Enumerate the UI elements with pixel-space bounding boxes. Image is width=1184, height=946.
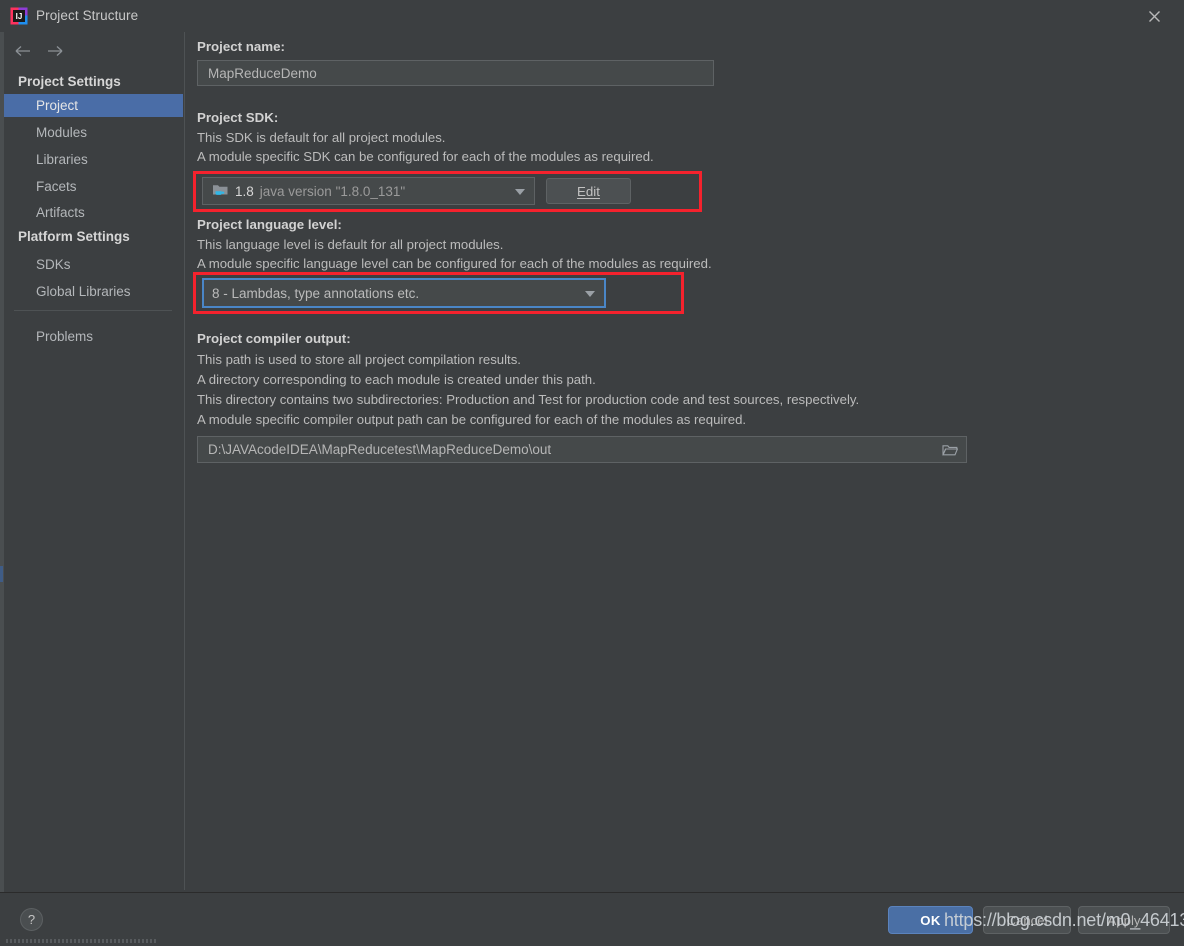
compiler-output-description-line-3: This directory contains two subdirectori… bbox=[197, 392, 860, 407]
chevron-down-icon bbox=[585, 291, 595, 297]
project-sdk-label: Project SDK: bbox=[197, 110, 279, 125]
language-level-description-line-1: This language level is default for all p… bbox=[197, 237, 504, 252]
window-edge-accent bbox=[0, 566, 3, 582]
sidebar-item-label: Artifacts bbox=[36, 205, 85, 220]
sidebar-item-label: Problems bbox=[36, 329, 94, 344]
help-icon: ? bbox=[27, 912, 36, 927]
project-name-input[interactable]: MapReduceDemo bbox=[197, 60, 714, 86]
language-level-combobox[interactable]: 8 - Lambdas, type annotations etc. bbox=[202, 278, 606, 308]
dialog-footer: ? OK Cancel Apply bbox=[0, 892, 1184, 946]
sidebar-item-label: Facets bbox=[36, 179, 77, 194]
sidebar-item-label: Global Libraries bbox=[36, 284, 131, 299]
sidebar-divider bbox=[14, 310, 172, 311]
sidebar-group-project-settings: Project Settings bbox=[18, 74, 121, 89]
arrow-right-icon[interactable] bbox=[44, 40, 66, 62]
cancel-button[interactable]: Cancel bbox=[983, 906, 1071, 934]
language-level-value: 8 - Lambdas, type annotations etc. bbox=[212, 285, 420, 301]
compiler-output-path-input[interactable]: D:\JAVAcodeIDEA\MapReducetest\MapReduceD… bbox=[197, 436, 967, 463]
compiler-output-label: Project compiler output: bbox=[197, 331, 351, 346]
sidebar-item-label: Modules bbox=[36, 125, 88, 140]
sidebar-item-libraries[interactable]: Libraries bbox=[4, 148, 183, 171]
cancel-button-label: Cancel bbox=[1006, 912, 1048, 928]
project-name-label: Project name: bbox=[197, 39, 285, 54]
sidebar-item-label: Project bbox=[36, 98, 79, 113]
sidebar-item-sdks[interactable]: SDKs bbox=[4, 253, 183, 276]
navigation-arrows bbox=[12, 40, 82, 64]
svg-text:IJ: IJ bbox=[16, 12, 23, 21]
project-sdk-version: 1.8 bbox=[235, 183, 254, 199]
compiler-output-description-line-4: A module specific compiler output path c… bbox=[197, 412, 747, 427]
sidebar-item-modules[interactable]: Modules bbox=[4, 121, 183, 144]
sidebar-item-global-libraries[interactable]: Global Libraries bbox=[4, 280, 183, 303]
project-sdk-description-line-1: This SDK is default for all project modu… bbox=[197, 130, 446, 145]
title-bar: IJ Project Structure bbox=[0, 0, 1184, 32]
edit-sdk-button[interactable]: Edit bbox=[546, 178, 631, 204]
project-name-value: MapReduceDemo bbox=[208, 65, 317, 81]
sidebar-item-artifacts[interactable]: Artifacts bbox=[4, 201, 183, 224]
settings-sidebar: Project Settings Project Modules Librari… bbox=[4, 32, 185, 890]
apply-button-label: Apply bbox=[1107, 912, 1141, 928]
sidebar-item-label: SDKs bbox=[36, 257, 71, 272]
compiler-output-description-line-1: This path is used to store all project c… bbox=[197, 352, 521, 367]
compiler-output-path-value: D:\JAVAcodeIDEA\MapReducetest\MapReduceD… bbox=[208, 442, 552, 457]
sidebar-item-project[interactable]: Project bbox=[4, 94, 183, 117]
window-title: Project Structure bbox=[36, 8, 139, 23]
compiler-output-description-line-2: A directory corresponding to each module… bbox=[197, 372, 596, 387]
language-level-description-line-2: A module specific language level can be … bbox=[197, 256, 712, 271]
window-bottom-artifact bbox=[6, 939, 156, 943]
project-sdk-combobox[interactable]: 1.8 java version "1.8.0_131" bbox=[202, 177, 535, 205]
java-sdk-folder-icon bbox=[212, 182, 229, 200]
help-button[interactable]: ? bbox=[20, 908, 43, 931]
apply-button[interactable]: Apply bbox=[1078, 906, 1170, 934]
language-level-label: Project language level: bbox=[197, 217, 342, 232]
ok-button[interactable]: OK bbox=[888, 906, 973, 934]
edit-sdk-button-label: Edit bbox=[577, 183, 600, 199]
project-settings-panel: Project name: MapReduceDemo Project SDK:… bbox=[185, 32, 1184, 890]
folder-open-icon[interactable] bbox=[942, 443, 959, 460]
project-sdk-version-detail: java version "1.8.0_131" bbox=[259, 183, 406, 199]
chevron-down-icon bbox=[515, 189, 525, 195]
ok-button-label: OK bbox=[920, 912, 941, 928]
sidebar-group-platform-settings: Platform Settings bbox=[18, 229, 130, 244]
sidebar-item-facets[interactable]: Facets bbox=[4, 175, 183, 198]
sidebar-item-label: Libraries bbox=[36, 152, 88, 167]
project-sdk-description-line-2: A module specific SDK can be configured … bbox=[197, 149, 654, 164]
sidebar-item-problems[interactable]: Problems bbox=[4, 325, 183, 348]
arrow-left-icon[interactable] bbox=[12, 40, 34, 62]
close-icon[interactable] bbox=[1134, 2, 1174, 30]
project-structure-dialog: IJ Project Structure Project Settings Pr… bbox=[0, 0, 1184, 946]
intellij-idea-logo-icon: IJ bbox=[10, 7, 28, 25]
